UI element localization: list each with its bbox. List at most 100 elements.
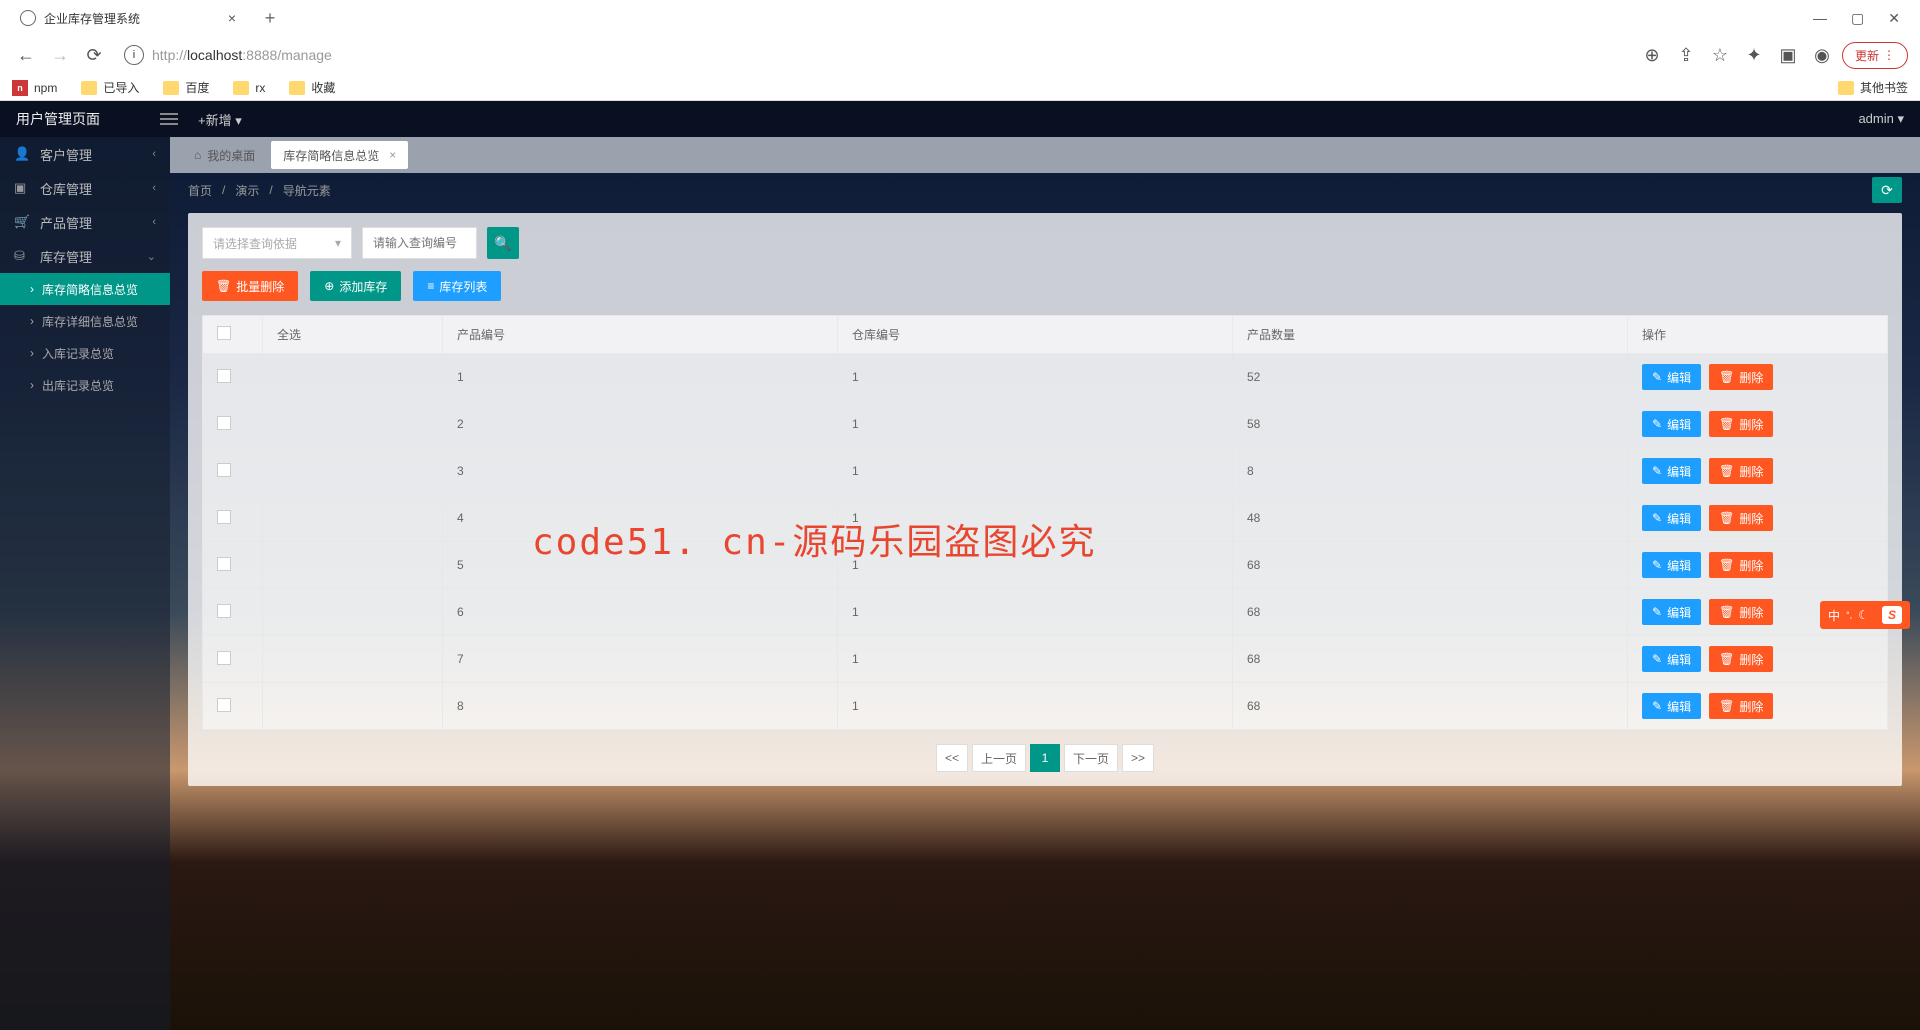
sidebar-item-product[interactable]: 🛒产品管理‹ <box>0 205 170 239</box>
back-icon[interactable]: ← <box>12 41 40 69</box>
maximize-icon[interactable]: ▢ <box>1851 10 1864 27</box>
new-tab-button[interactable]: + <box>256 4 284 32</box>
pencil-icon: ✎ <box>1652 464 1662 478</box>
edit-button[interactable]: ✎ 编辑 <box>1642 505 1701 531</box>
database-icon: ⛁ <box>14 248 30 264</box>
row-checkbox[interactable] <box>217 463 231 477</box>
delete-button[interactable]: 🗑 删除 <box>1709 646 1773 672</box>
row-checkbox[interactable] <box>217 698 231 712</box>
url-bar[interactable]: i http://localhost:8888/manage <box>114 40 1632 70</box>
page-next[interactable]: 下一页 <box>1064 744 1118 772</box>
delete-button[interactable]: 🗑 删除 <box>1709 693 1773 719</box>
window-controls: — ▢ ✕ <box>1813 10 1920 27</box>
close-window-icon[interactable]: ✕ <box>1888 10 1900 27</box>
extensions-icon[interactable]: ✦ <box>1740 41 1768 69</box>
query-id-input[interactable] <box>362 227 477 259</box>
edit-button[interactable]: ✎ 编辑 <box>1642 599 1701 625</box>
edit-button[interactable]: ✎ 编辑 <box>1642 552 1701 578</box>
site-info-icon[interactable]: i <box>124 45 144 65</box>
cell-product-id: 3 <box>443 448 838 495</box>
edit-button[interactable]: ✎ 编辑 <box>1642 693 1701 719</box>
profile-icon[interactable]: ◉ <box>1808 41 1836 69</box>
forward-icon[interactable]: → <box>46 41 74 69</box>
close-tab-icon[interactable]: × <box>228 10 236 26</box>
cell-product-id: 6 <box>443 589 838 636</box>
menu-icon[interactable] <box>160 113 178 125</box>
crumb-demo[interactable]: 演示 <box>235 182 259 199</box>
bookmark-baidu[interactable]: 百度 <box>163 79 209 96</box>
sidebar-item-warehouse[interactable]: ▣仓库管理‹ <box>0 171 170 205</box>
edit-button[interactable]: ✎ 编辑 <box>1642 646 1701 672</box>
bookmark-fav[interactable]: 收藏 <box>289 79 335 96</box>
sidebar-sub-outbound[interactable]: ›出库记录总览 <box>0 369 170 401</box>
sidebar-item-stock[interactable]: ⛁库存管理⌄ <box>0 239 170 273</box>
zoom-icon[interactable]: ⊕ <box>1638 41 1666 69</box>
cell-product-id: 1 <box>443 354 838 401</box>
sidebar-sub-stock-detail[interactable]: ›库存详细信息总览 <box>0 305 170 337</box>
edit-button[interactable]: ✎ 编辑 <box>1642 364 1701 390</box>
stock-table: 全选 产品编号 仓库编号 产品数量 操作 1 1 52 ✎ 编辑 🗑 删除 2 … <box>202 315 1888 730</box>
tab-desktop[interactable]: ⌂我的桌面 <box>182 141 267 169</box>
edit-button[interactable]: ✎ 编辑 <box>1642 458 1701 484</box>
delete-button[interactable]: 🗑 删除 <box>1709 364 1773 390</box>
ime-toolbar[interactable]: 中 °, ☾ S <box>1820 601 1910 629</box>
row-checkbox[interactable] <box>217 416 231 430</box>
cell-quantity: 68 <box>1233 636 1628 683</box>
row-checkbox[interactable] <box>217 510 231 524</box>
search-icon: 🔍 <box>494 235 511 251</box>
delete-button[interactable]: 🗑 删除 <box>1709 411 1773 437</box>
page-current[interactable]: 1 <box>1030 744 1060 772</box>
row-checkbox[interactable] <box>217 369 231 383</box>
row-checkbox[interactable] <box>217 651 231 665</box>
update-button[interactable]: 更新⋮ <box>1842 42 1908 69</box>
bookmark-imported[interactable]: 已导入 <box>81 79 139 96</box>
checkbox-all[interactable] <box>217 326 231 340</box>
minimize-icon[interactable]: — <box>1813 10 1827 27</box>
share-icon[interactable]: ⇪ <box>1672 41 1700 69</box>
row-checkbox[interactable] <box>217 604 231 618</box>
query-basis-select[interactable]: 请选择查询依据▾ <box>202 227 352 259</box>
batch-delete-button[interactable]: 🗑批量删除 <box>202 271 298 301</box>
delete-button[interactable]: 🗑 删除 <box>1709 458 1773 484</box>
sidebar-item-customer[interactable]: 👤客户管理‹ <box>0 137 170 171</box>
pagination: << 上一页 1 下一页 >> <box>202 744 1888 772</box>
row-checkbox[interactable] <box>217 557 231 571</box>
star-icon[interactable]: ☆ <box>1706 41 1734 69</box>
refresh-button[interactable]: ⟳ <box>1872 177 1902 203</box>
page-first[interactable]: << <box>936 744 968 772</box>
sidebar-sub-inbound[interactable]: ›入库记录总览 <box>0 337 170 369</box>
delete-button[interactable]: 🗑 删除 <box>1709 599 1773 625</box>
sidebar-sub-stock-brief[interactable]: ›库存简略信息总览 <box>0 273 170 305</box>
add-stock-button[interactable]: ⊕添加库存 <box>310 271 401 301</box>
cell-quantity: 68 <box>1233 542 1628 589</box>
page-prev[interactable]: 上一页 <box>972 744 1026 772</box>
pencil-icon: ✎ <box>1652 417 1662 431</box>
content-tabs: ⌂我的桌面 库存简略信息总览× <box>170 137 1920 173</box>
pencil-icon: ✎ <box>1652 699 1662 713</box>
crumb-nav[interactable]: 导航元素 <box>283 182 331 199</box>
browser-chrome: 企业库存管理系统 × + — ▢ ✕ ← → ⟳ i http://localh… <box>0 0 1920 101</box>
other-bookmarks[interactable]: 其他书签 <box>1838 79 1908 96</box>
trash-icon: 🗑 <box>1719 511 1734 525</box>
search-button[interactable]: 🔍 <box>487 227 519 259</box>
edit-button[interactable]: ✎ 编辑 <box>1642 411 1701 437</box>
action-row: 🗑批量删除 ⊕添加库存 ≡库存列表 <box>202 271 1888 301</box>
user-menu[interactable]: admin ▾ <box>1858 111 1904 127</box>
browser-tab[interactable]: 企业库存管理系统 × <box>8 1 248 35</box>
delete-button[interactable]: 🗑 删除 <box>1709 505 1773 531</box>
tab-stock-brief[interactable]: 库存简略信息总览× <box>271 141 408 169</box>
stock-list-button[interactable]: ≡库存列表 <box>413 271 501 301</box>
reload-icon[interactable]: ⟳ <box>80 41 108 69</box>
crumb-home[interactable]: 首页 <box>188 182 212 199</box>
delete-button[interactable]: 🗑 删除 <box>1709 552 1773 578</box>
sidebar: 👤客户管理‹ ▣仓库管理‹ 🛒产品管理‹ ⛁库存管理⌄ ›库存简略信息总览 ›库… <box>0 137 170 1030</box>
sidepanel-icon[interactable]: ▣ <box>1774 41 1802 69</box>
page-last[interactable]: >> <box>1122 744 1154 772</box>
bookmark-rx[interactable]: rx <box>233 81 265 95</box>
col-select-all: 全选 <box>263 316 443 354</box>
app-header: 用户管理页面 +新增 ▾ admin ▾ <box>0 101 1920 137</box>
new-add-dropdown[interactable]: +新增 ▾ <box>198 110 242 129</box>
bookmark-npm[interactable]: nnpm <box>12 80 57 96</box>
npm-icon: n <box>12 80 28 96</box>
close-tab-icon[interactable]: × <box>389 148 396 162</box>
